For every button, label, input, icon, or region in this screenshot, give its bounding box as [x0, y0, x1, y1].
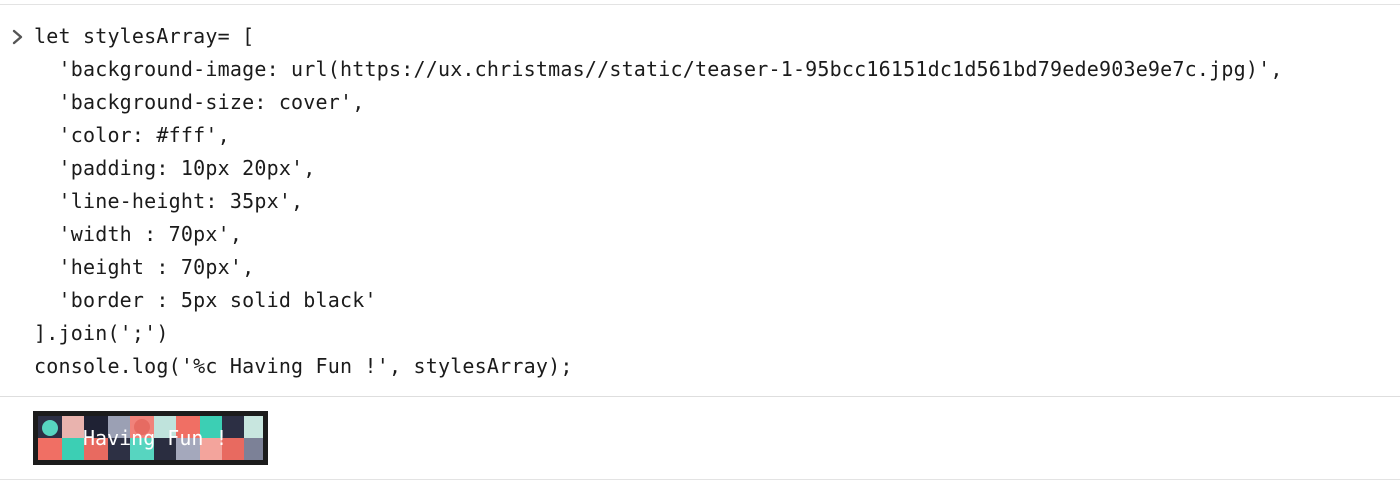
code-line: 'background-image: url(https://ux.christ… — [34, 57, 1283, 81]
code-line: 'padding: 10px 20px', — [34, 156, 316, 180]
chevron-right-icon — [11, 28, 25, 46]
console-bottom-border — [0, 479, 1400, 480]
styled-log-message: Having Fun ! — [33, 411, 268, 465]
code-line: console.log('%c Having Fun !', stylesArr… — [34, 354, 573, 378]
code-line: 'height : 70px', — [34, 255, 255, 279]
code-line: 'line-height: 35px', — [34, 189, 304, 213]
code-line: 'color: #fff', — [34, 123, 230, 147]
code-line: 'width : 70px', — [34, 222, 243, 246]
console-top-border — [0, 4, 1400, 5]
code-line: 'border : 5px solid black' — [34, 288, 377, 312]
code-line: let stylesArray= [ — [34, 24, 255, 48]
code-line: 'background-size: cover', — [34, 90, 365, 114]
console-output-entry: Having Fun ! — [0, 397, 1400, 479]
code-line: ].join(';') — [34, 321, 169, 345]
styled-log-text: Having Fun ! — [83, 426, 228, 450]
